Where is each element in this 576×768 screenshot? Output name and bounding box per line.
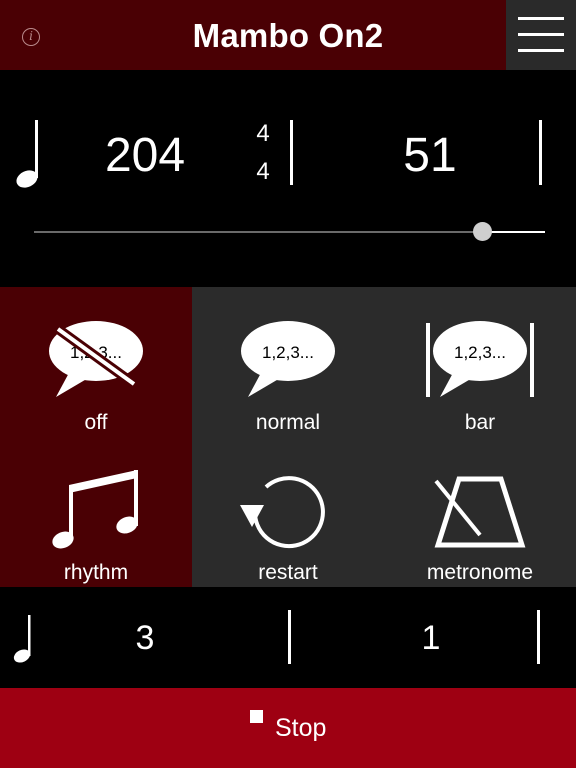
mode-label: metronome (426, 561, 534, 584)
header-bar: i Mambo On2 (0, 0, 576, 70)
mode-metronome-button[interactable]: metronome (384, 437, 576, 587)
divider (537, 610, 540, 664)
time-signature-top[interactable]: 4 (248, 120, 278, 148)
mode-label: restart (258, 561, 318, 584)
mode-bar-button[interactable]: 1,2,3... bar (384, 287, 576, 437)
stop-label: Stop (275, 714, 327, 742)
bubble-text: 1,2,3... (262, 343, 314, 362)
speech-bubble-crossed-icon: 1,2,3... (49, 321, 143, 397)
quarter-note-icon (13, 615, 31, 663)
mode-label: rhythm (63, 561, 129, 584)
tempo-panel: 204 4 4 51 (0, 70, 576, 287)
divider (290, 120, 293, 185)
bubble-text: 1,2,3... (454, 343, 506, 362)
info-icon[interactable]: i (22, 28, 40, 46)
hamburger-menu-icon (518, 17, 564, 20)
quarter-note-icon (16, 120, 38, 188)
mode-label: off (84, 411, 108, 434)
time-signature-bottom[interactable]: 4 (248, 158, 278, 186)
menu-button[interactable] (506, 0, 576, 70)
mode-label: normal (255, 411, 321, 434)
divider (288, 610, 291, 664)
mode-grid: 1,2,3... off 1,2,3... normal 1,2,3... ba… (0, 287, 576, 587)
stop-button[interactable]: Stop (0, 688, 576, 768)
mode-normal-button[interactable]: 1,2,3... normal (192, 287, 384, 437)
tempo-slider-thumb[interactable] (473, 222, 492, 241)
mode-rhythm-button[interactable]: rhythm (0, 437, 192, 587)
speech-bubble-icon: 1,2,3... (241, 321, 335, 397)
current-bar: 1 (421, 619, 441, 657)
mode-label: bar (464, 411, 496, 434)
mode-off-button[interactable]: 1,2,3... off (0, 287, 192, 437)
stop-square-icon (250, 710, 263, 723)
bpm-value[interactable]: 204 (80, 128, 210, 183)
beat-panel: 3 1 (0, 587, 576, 688)
metronome-icon (434, 476, 526, 548)
tempo-slider-track[interactable] (34, 231, 482, 233)
page-title: Mambo On2 (192, 17, 384, 54)
divider (539, 120, 542, 185)
current-beat: 3 (135, 619, 155, 657)
speech-bubble-bars-icon: 1,2,3... (426, 321, 534, 397)
bar-count-value[interactable]: 51 (360, 128, 500, 183)
mode-restart-button[interactable]: restart (192, 437, 384, 587)
restart-arrow-icon (240, 476, 325, 549)
music-notes-icon (52, 470, 138, 549)
